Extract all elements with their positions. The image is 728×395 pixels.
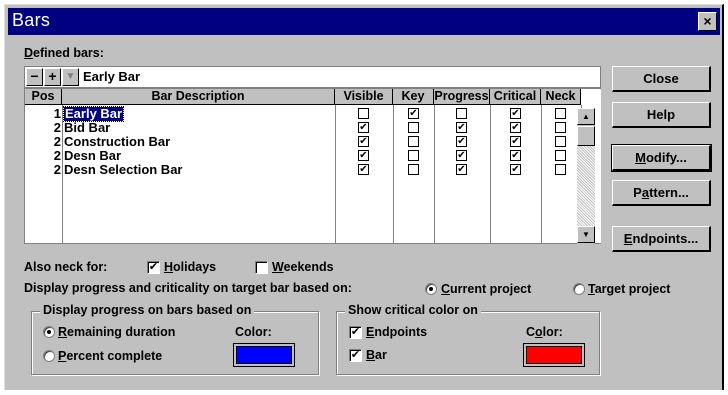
column-header-visible[interactable]: Visible [335,89,393,105]
bar-label: Bar [366,348,387,362]
critical-checkbox[interactable]: ✔ [510,136,521,147]
progress-color-label: Color: [235,325,272,339]
table-row[interactable]: 2 Bid Bar ✔ ✔ ✔ [25,121,581,135]
defined-bars-label: Defined bars: [24,46,104,60]
scroll-down-icon[interactable]: ▼ [577,226,595,243]
remaining-duration-label: Remaining duration [58,325,176,339]
percent-complete-radio[interactable] [43,350,55,362]
remaining-duration-radio[interactable] [43,326,55,338]
row-description[interactable]: Desn Selection Bar [64,163,183,177]
progress-checkbox[interactable]: ✔ [456,136,467,147]
visible-checkbox[interactable]: ✔ [358,164,369,175]
row-position: 2 [53,120,61,135]
progress-basis-title: Display progress on bars based on [40,303,255,317]
progress-checkbox[interactable] [456,108,467,119]
bars-table: Pos Bar Description Visible Key Progress… [24,88,601,244]
row-position: 1 [53,106,61,121]
row-position: 2 [53,162,61,177]
title-bar: Bars × [8,8,720,35]
progress-color-swatch[interactable] [233,343,295,367]
key-checkbox[interactable]: ✔ [408,108,419,119]
key-checkbox[interactable] [408,122,419,133]
table-row[interactable]: 1 Early Bar ✔ ✔ [25,106,581,122]
scroll-up-icon[interactable]: ▲ [577,108,595,125]
column-header-description[interactable]: Bar Description [62,89,335,105]
progress-checkbox[interactable]: ✔ [456,122,467,133]
endpoints-label: Endpoints [366,325,428,339]
key-checkbox[interactable] [408,150,419,161]
also-neck-label: Also neck for: [24,260,108,274]
key-checkbox[interactable] [408,164,419,175]
neck-checkbox[interactable] [555,150,566,161]
critical-color-fill [526,346,582,364]
bar-name-field[interactable]: Early Bar [83,69,140,84]
critical-color-title: Show critical color on [345,303,481,317]
column-header-pos[interactable]: Pos [25,89,62,105]
critical-color-label: Color: [526,325,563,339]
modify-button[interactable]: Modify... [611,144,712,172]
table-row[interactable]: 2 Construction Bar ✔ ✔ ✔ [25,135,581,149]
close-icon[interactable]: × [698,12,717,31]
table-scrollbar[interactable]: ▲ ▼ [577,108,595,244]
column-header-neck[interactable]: Neck [541,89,581,105]
percent-complete-label: Percent complete [58,349,163,363]
weekends-checkbox[interactable] [255,261,268,274]
bar-checkbox[interactable]: ✔ [349,349,362,362]
visible-checkbox[interactable]: ✔ [358,122,369,133]
column-header-key[interactable]: Key [393,89,434,105]
neck-checkbox[interactable] [555,164,566,175]
key-checkbox[interactable] [408,136,419,147]
row-position: 2 [53,148,61,163]
neck-checkbox[interactable] [555,108,566,119]
window-bottom-edge [0,390,728,395]
bar-edit-row: − + ▼ Early Bar [24,66,601,88]
visible-checkbox[interactable]: ✔ [358,150,369,161]
visible-checkbox[interactable] [358,108,369,119]
critical-checkbox[interactable]: ✔ [510,122,521,133]
column-header-critical[interactable]: Critical [490,89,541,105]
close-button[interactable]: Close [612,66,711,92]
current-project-label: Current project [441,282,532,296]
row-description[interactable]: Bid Bar [64,121,110,135]
help-button[interactable]: Help [612,102,711,128]
row-description[interactable]: Construction Bar [64,135,170,149]
holidays-checkbox[interactable]: ✔ [147,261,160,274]
holidays-label: Holidays [164,260,217,274]
visible-checkbox[interactable]: ✔ [358,136,369,147]
row-description[interactable]: Early Bar [62,106,125,122]
display-based-on-label: Display progress and criticality on targ… [24,281,352,295]
add-bar-button[interactable]: + [44,68,61,86]
remove-bar-button[interactable]: − [26,68,43,86]
table-row[interactable]: 2 Desn Selection Bar ✔ ✔ ✔ [25,163,581,177]
row-position: 2 [53,134,61,149]
critical-checkbox[interactable]: ✔ [510,164,521,175]
progress-checkbox[interactable]: ✔ [456,150,467,161]
target-project-radio[interactable] [573,283,585,295]
progress-color-fill [236,346,292,364]
scroll-thumb[interactable] [577,126,595,146]
chevron-down-icon[interactable]: ▼ [62,68,79,86]
critical-checkbox[interactable]: ✔ [510,150,521,161]
progress-checkbox[interactable]: ✔ [456,164,467,175]
column-header-progress[interactable]: Progress [434,89,490,105]
dialog-title: Bars [12,10,51,30]
endpoints-checkbox[interactable]: ✔ [349,326,362,339]
critical-checkbox[interactable]: ✔ [510,108,521,119]
critical-color-swatch[interactable] [523,343,585,367]
neck-checkbox[interactable] [555,122,566,133]
row-description[interactable]: Desn Bar [64,149,121,163]
current-project-radio[interactable] [425,283,437,295]
endpoints-button[interactable]: Endpoints... [612,226,711,252]
table-row[interactable]: 2 Desn Bar ✔ ✔ ✔ [25,149,581,163]
pattern-button[interactable]: Pattern... [612,180,711,206]
weekends-label: Weekends [272,260,334,274]
neck-checkbox[interactable] [555,136,566,147]
scroll-track[interactable] [577,146,595,226]
target-project-label: Target project [588,282,671,296]
